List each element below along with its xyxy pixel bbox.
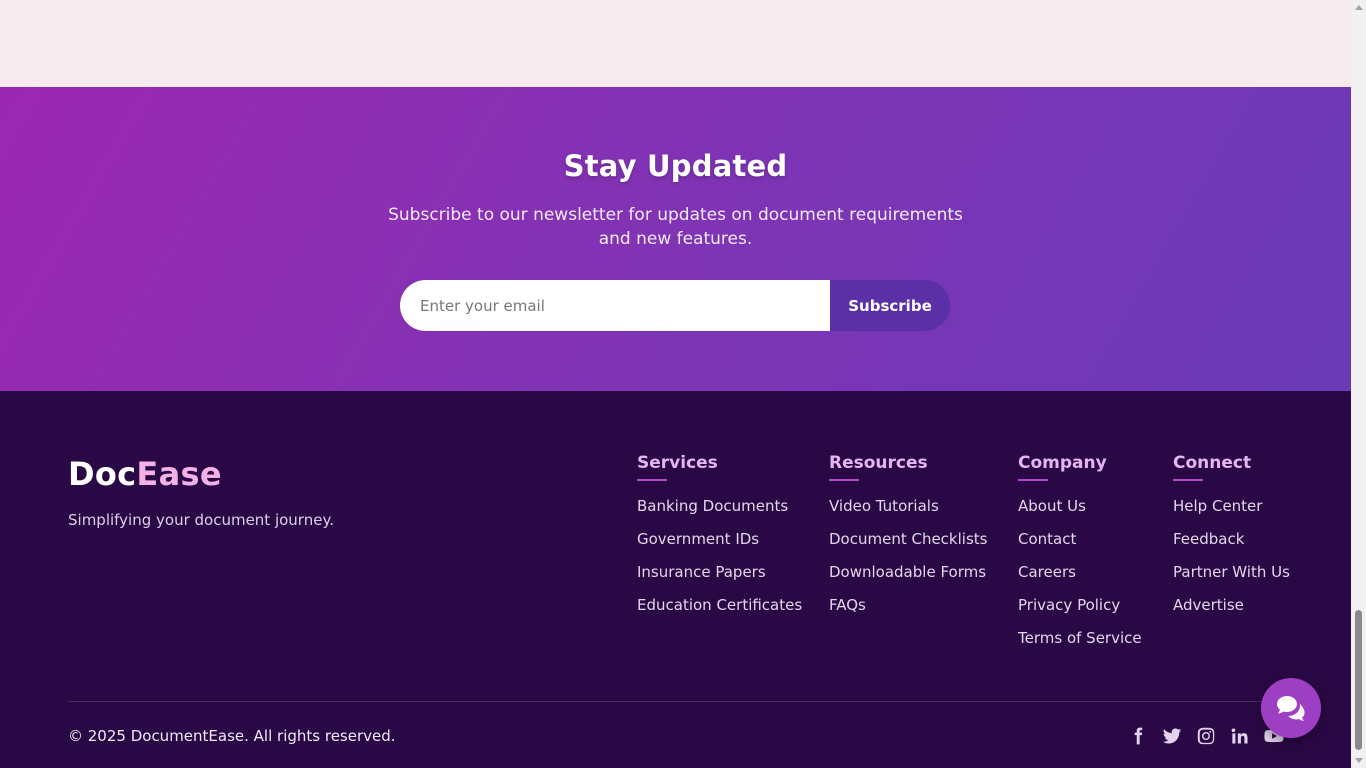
- social-links: [1127, 725, 1285, 747]
- footer-link[interactable]: Document Checklists: [829, 531, 987, 564]
- footer-link[interactable]: Insurance Papers: [637, 564, 802, 597]
- footer-link[interactable]: Privacy Policy: [1018, 597, 1142, 630]
- footer-link[interactable]: FAQs: [829, 597, 987, 630]
- instagram-icon[interactable]: [1195, 725, 1217, 747]
- footer-link[interactable]: Advertise: [1173, 597, 1290, 630]
- logo-text-doc: Doc: [68, 455, 137, 493]
- previous-section-strip: [0, 0, 1351, 87]
- footer-link[interactable]: Banking Documents: [637, 498, 802, 531]
- newsletter-title: Stay Updated: [563, 149, 788, 183]
- scroll-down-arrow-icon[interactable]: [1355, 758, 1363, 763]
- twitter-icon[interactable]: [1161, 725, 1183, 747]
- footer-tagline: Simplifying your document journey.: [68, 511, 334, 529]
- chat-button[interactable]: [1261, 678, 1321, 738]
- footer-link[interactable]: Terms of Service: [1018, 630, 1142, 663]
- footer-link[interactable]: Partner With Us: [1173, 564, 1290, 597]
- newsletter-description: Subscribe to our newsletter for updates …: [388, 205, 963, 249]
- footer-column-company: Company About Us Contact Careers Privacy…: [1018, 453, 1142, 663]
- footer-logo[interactable]: DocEase: [68, 455, 222, 493]
- facebook-icon[interactable]: [1127, 725, 1149, 747]
- logo-text-ease: Ease: [136, 455, 222, 493]
- email-input[interactable]: [400, 280, 840, 331]
- footer-link[interactable]: Video Tutorials: [829, 498, 987, 531]
- copyright-text: © 2025 DocumentEase. All rights reserved…: [68, 727, 396, 745]
- column-heading: Resources: [829, 453, 987, 481]
- footer-link[interactable]: Contact: [1018, 531, 1142, 564]
- footer-column-resources: Resources Video Tutorials Document Check…: [829, 453, 987, 630]
- site-footer: DocEase Simplifying your document journe…: [0, 391, 1351, 768]
- scroll-up-arrow-icon[interactable]: [1355, 5, 1363, 10]
- footer-link[interactable]: Education Certificates: [637, 597, 802, 630]
- footer-link[interactable]: Feedback: [1173, 531, 1290, 564]
- column-heading: Company: [1018, 453, 1142, 481]
- footer-column-services: Services Banking Documents Government ID…: [637, 453, 802, 630]
- subscribe-button[interactable]: Subscribe: [830, 280, 950, 331]
- footer-link[interactable]: About Us: [1018, 498, 1142, 531]
- chat-icon: [1277, 696, 1305, 721]
- linkedin-icon[interactable]: [1229, 725, 1251, 747]
- footer-link[interactable]: Government IDs: [637, 531, 802, 564]
- newsletter-section: Stay Updated Subscribe to our newsletter…: [0, 87, 1351, 391]
- footer-link[interactable]: Downloadable Forms: [829, 564, 987, 597]
- page-scrollbar[interactable]: [1351, 0, 1366, 768]
- footer-divider: [68, 701, 1283, 702]
- column-heading: Connect: [1173, 453, 1290, 481]
- footer-link[interactable]: Careers: [1018, 564, 1142, 597]
- scrollbar-thumb[interactable]: [1355, 610, 1362, 750]
- footer-link[interactable]: Help Center: [1173, 498, 1290, 531]
- footer-column-connect: Connect Help Center Feedback Partner Wit…: [1173, 453, 1290, 630]
- column-heading: Services: [637, 453, 802, 481]
